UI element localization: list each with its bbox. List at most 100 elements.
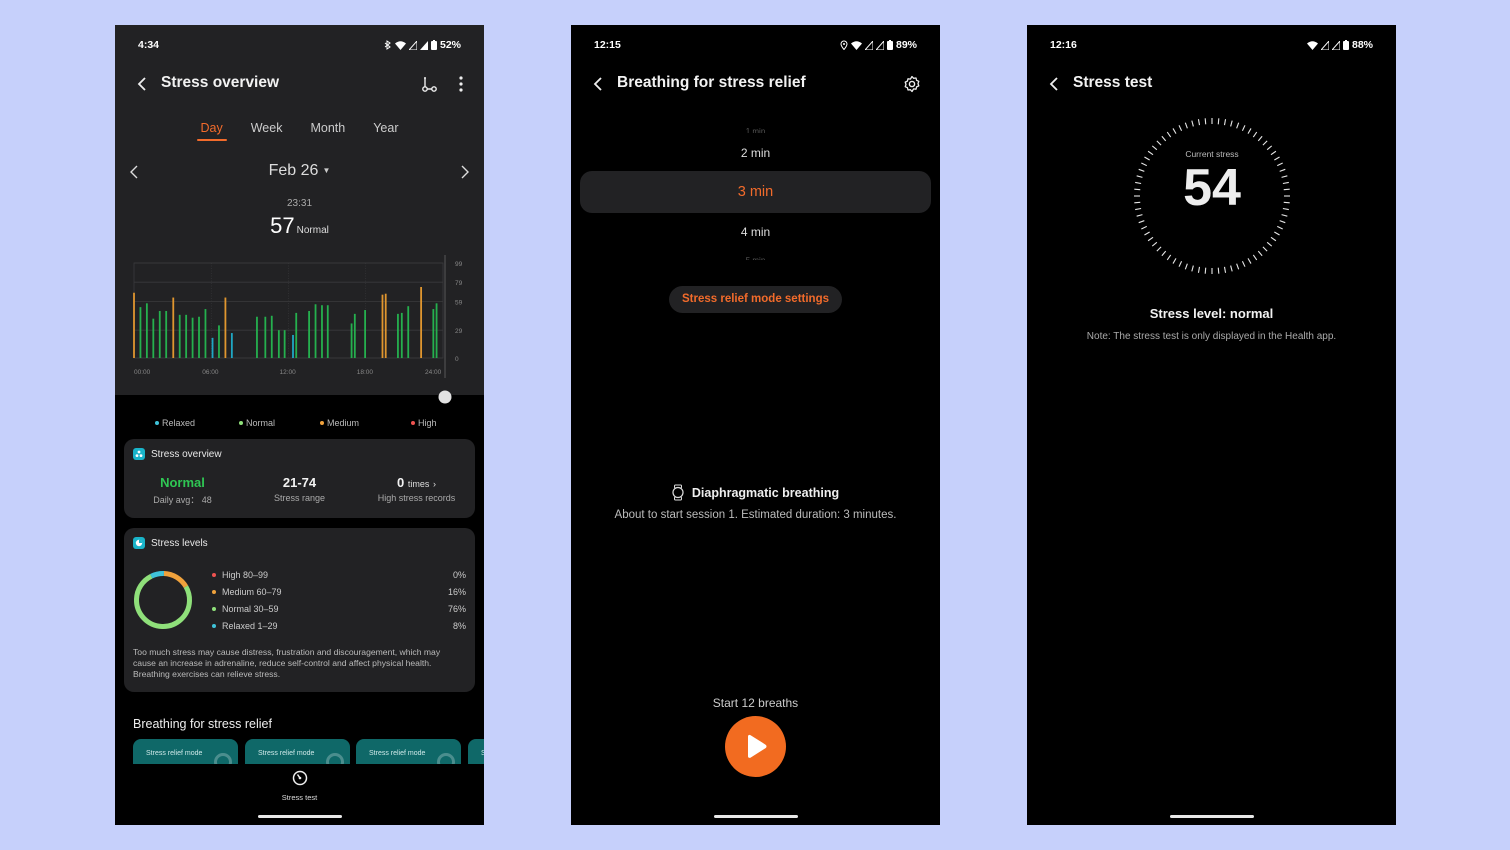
gauge-tick	[1262, 246, 1268, 252]
chart-bar-normal	[435, 303, 438, 358]
gauge-icon	[292, 770, 307, 786]
back-button[interactable]	[1047, 75, 1063, 93]
battery-percent: 89%	[895, 39, 917, 51]
picker-option-selected[interactable]: 3 min	[580, 171, 931, 213]
next-day-button[interactable]	[458, 164, 472, 180]
stress-bar-chart[interactable]: 0 29 59 79 99 00:00 06:00 12:00 18:00 24:00	[115, 255, 484, 385]
signal-icon	[1320, 40, 1329, 50]
home-indicator[interactable]	[713, 815, 798, 818]
gauge-tick	[1266, 241, 1273, 247]
breathing-card[interactable]: Stress relief mode	[468, 739, 484, 764]
chart-bar-normal	[364, 310, 367, 358]
gauge-tick	[1257, 135, 1263, 142]
gauge-tick	[1141, 225, 1147, 230]
picker-option[interactable]: 4 min	[571, 225, 940, 239]
back-button[interactable]	[591, 75, 607, 93]
status-bar: 4:34 52%	[138, 38, 461, 52]
gauge-tick	[1191, 265, 1194, 272]
status-value: Normal	[160, 475, 205, 490]
chart-bar-normal	[178, 314, 181, 358]
high-stress-records-link[interactable]: 0 times › High stress records	[358, 475, 475, 503]
period-tabs: Day Week Month Year	[115, 121, 484, 141]
level-row-relaxed: Relaxed 1–29 8%	[212, 620, 466, 632]
chart-bar-normal	[314, 304, 317, 358]
chart-bar-normal	[165, 310, 168, 358]
gauge-tick	[1156, 246, 1162, 252]
gauge-tick	[1144, 231, 1150, 236]
tab-week[interactable]: Week	[251, 121, 283, 141]
stress-range: 21-74 Stress range	[241, 475, 358, 503]
picker-option[interactable]: 2 min	[571, 146, 940, 160]
chart-scrubber-handle[interactable]	[434, 386, 456, 408]
chart-bar-medium	[381, 294, 384, 358]
gauge-tick	[1184, 122, 1188, 129]
gauge-tick	[1172, 128, 1177, 134]
duration-picker[interactable]: 1 min 2 min 3 min 4 min 5 min	[571, 121, 940, 261]
gauge-tick	[1166, 131, 1172, 138]
gauge-tick	[1138, 220, 1145, 224]
chart-bar-normal	[218, 325, 220, 358]
wifi-icon	[1306, 40, 1318, 50]
pie-chart-icon	[133, 537, 145, 549]
reading-number: 57	[270, 213, 295, 238]
wifi-icon	[394, 40, 406, 50]
chart-bar-normal	[350, 323, 353, 358]
signal-icon	[864, 40, 873, 50]
status-bar: 12:16 88%	[1050, 38, 1373, 52]
stress-overview-screen: 4:34 52% Stress overview Day Week Month …	[115, 25, 484, 825]
signal-icon	[408, 40, 417, 50]
home-indicator[interactable]	[1169, 815, 1254, 818]
share-icon[interactable]	[419, 74, 439, 94]
legend-dot	[239, 421, 243, 425]
gauge-tick	[1161, 135, 1167, 142]
breathing-card[interactable]: Stress relief mode	[245, 739, 350, 764]
tab-month[interactable]: Month	[310, 121, 345, 141]
bluetooth-icon	[384, 40, 391, 50]
signal-icon-2	[419, 40, 428, 50]
breathing-card[interactable]: Stress relief mode	[356, 739, 461, 764]
stress-relief-settings-button[interactable]: Stress relief mode settings	[669, 286, 842, 313]
location-icon	[840, 40, 848, 50]
card-header: Stress overview	[133, 448, 222, 460]
daily-average: Daily avg： 48	[153, 495, 212, 505]
tab-day[interactable]: Day	[196, 121, 228, 141]
start-button[interactable]	[725, 716, 786, 777]
chart-bar-relaxed	[292, 334, 294, 358]
settings-gear-icon[interactable]	[902, 74, 922, 94]
legend-dot	[320, 421, 324, 425]
chart-bar-normal	[198, 316, 200, 358]
battery-icon	[430, 40, 437, 50]
stress-test-label: Stress test	[281, 793, 318, 802]
back-button[interactable]	[135, 75, 151, 93]
breathing-screen: 12:15 89% Breathing for stress relief 1 …	[571, 25, 940, 825]
chart-bar-normal	[353, 313, 356, 358]
home-indicator[interactable]	[257, 815, 342, 818]
chart-bar-normal	[321, 305, 323, 358]
wifi-icon	[850, 40, 862, 50]
status-time: 12:16	[1050, 39, 1077, 51]
chart-bar-medium	[420, 286, 423, 358]
stress-levels-ring	[134, 571, 192, 629]
picker-option[interactable]: 1 min	[571, 127, 940, 133]
tab-year[interactable]: Year	[373, 121, 398, 141]
date-selector[interactable]: Feb 26 ▼	[115, 162, 484, 180]
chart-bar-medium	[172, 297, 175, 358]
more-options-icon[interactable]	[451, 74, 471, 94]
picker-option[interactable]: 5 min	[571, 256, 940, 260]
stress-test-button[interactable]: Stress test	[115, 770, 484, 802]
breathing-cards-carousel[interactable]: Stress relief mode Stress relief mode St…	[133, 739, 484, 764]
y-tick-label: 79	[455, 280, 463, 287]
date-label: Feb 26	[268, 162, 319, 179]
x-tick-label: 18:00	[357, 369, 374, 376]
gauge-tick	[1184, 263, 1188, 270]
breathing-card[interactable]: Stress relief mode	[133, 739, 238, 764]
gauge-tick	[1217, 267, 1220, 274]
chart-bar-normal	[270, 315, 273, 358]
gauge-tick	[1252, 254, 1258, 261]
signal-icon-2	[875, 40, 884, 50]
legend-medium: Medium	[320, 418, 359, 428]
high-unit: times	[407, 479, 430, 489]
level-dot	[212, 607, 216, 611]
gauge-tick	[1223, 266, 1227, 273]
y-tick-label: 29	[455, 328, 463, 335]
